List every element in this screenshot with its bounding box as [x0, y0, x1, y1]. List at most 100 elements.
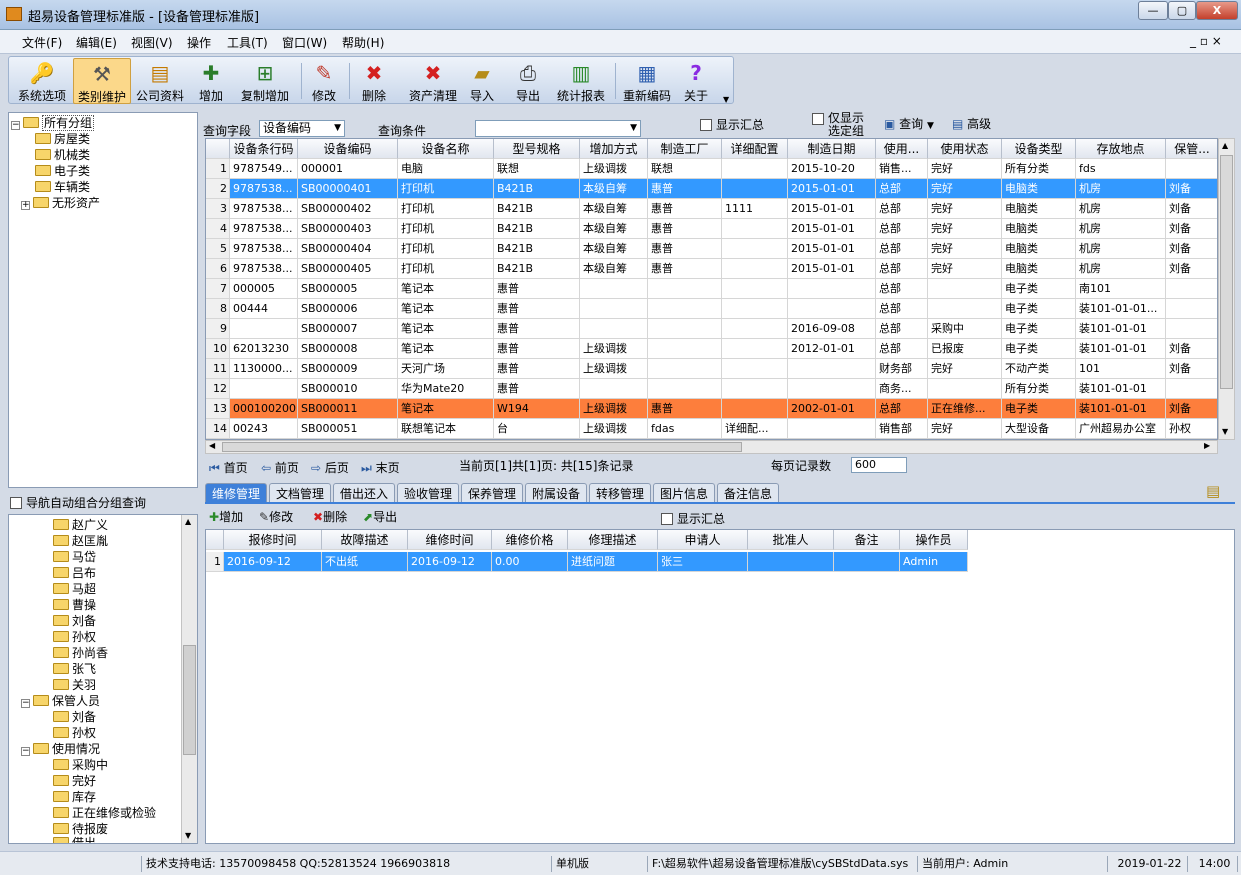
column-header[interactable]: 详细配置	[722, 139, 788, 159]
scroll-left-icon[interactable]: ◀	[209, 441, 215, 450]
grid-vertical-scrollbar[interactable]: ▲ ▼	[1218, 138, 1235, 440]
scroll-thumb[interactable]	[183, 645, 196, 755]
table-row[interactable]: 9 SB000007 笔记本 惠普 2016-09-08 总部 采购中 电子类 装101-01-…	[206, 319, 1217, 339]
scroll-thumb[interactable]	[1220, 155, 1233, 389]
mdi-window-controls[interactable]: _ ▫ ×	[1190, 34, 1222, 48]
table-row[interactable]: 5 9787538... SB00000404 打印机 B421B 本级自筹 惠普 2015-…	[206, 239, 1217, 259]
cell[interactable]: 已报废	[928, 339, 1002, 359]
cell[interactable]: 惠普	[648, 259, 722, 279]
cell[interactable]: 销售部	[876, 419, 928, 439]
tree-item[interactable]: 孙权	[53, 629, 96, 645]
cell[interactable]: 刘备	[1166, 399, 1217, 419]
cell[interactable]: 惠普	[648, 239, 722, 259]
cell[interactable]	[648, 359, 722, 379]
scroll-down-icon[interactable]: ▼	[185, 831, 191, 840]
repair-grid[interactable]: 报修时间 故障描述 维修时间 维修价格 修理描述 申请人 批准人 备注 操作员 …	[205, 529, 1235, 844]
tree-item[interactable]: 借出	[53, 835, 96, 843]
tree-item[interactable]: 完好	[53, 773, 96, 789]
cell[interactable]: 电脑类	[1002, 199, 1076, 219]
cell[interactable]: 装101-01-01	[1076, 319, 1166, 339]
cell[interactable]: 上级调拨	[580, 399, 648, 419]
first-page-button[interactable]: ⏮ 首页	[209, 459, 248, 476]
cell[interactable]: 本级自筹	[580, 239, 648, 259]
scroll-down-icon[interactable]: ▼	[1222, 427, 1228, 436]
repair-edit-button[interactable]: ✎修改	[259, 508, 293, 525]
cell[interactable]: SB000005	[298, 279, 398, 299]
tab-pictures[interactable]: 图片信息	[653, 483, 716, 503]
column-header[interactable]: 存放地点	[1076, 139, 1166, 159]
cell[interactable]: 惠普	[494, 379, 580, 399]
scroll-up-icon[interactable]: ▲	[1222, 141, 1228, 150]
cell[interactable]: 9787549...	[230, 159, 298, 179]
cell[interactable]	[580, 319, 648, 339]
menu-help[interactable]: 帮助(H)	[342, 34, 384, 51]
column-header[interactable]: 设备名称	[398, 139, 494, 159]
cell[interactable]: 上级调拨	[580, 159, 648, 179]
table-row[interactable]: 3 9787538... SB00000402 打印机 B421B 本级自筹 惠普 1111 2…	[206, 199, 1217, 219]
cell[interactable]: 笔记本	[398, 319, 494, 339]
tree-item-vehicle[interactable]: 车辆类	[35, 179, 90, 195]
cell[interactable]: 电脑类	[1002, 179, 1076, 199]
checkbox[interactable]	[700, 119, 712, 131]
cell[interactable]: 完好	[928, 159, 1002, 179]
cell[interactable]	[722, 259, 788, 279]
tree-item[interactable]: 赵广义	[53, 517, 108, 533]
cell[interactable]: 打印机	[398, 199, 494, 219]
cell[interactable]: 刘备	[1166, 359, 1217, 379]
recode-button[interactable]: ▦ 重新编码	[619, 58, 675, 104]
cell[interactable]: 笔记本	[398, 299, 494, 319]
cell[interactable]: SB000008	[298, 339, 398, 359]
cell[interactable]: 惠普	[648, 179, 722, 199]
cell[interactable]: 0.00	[492, 552, 568, 572]
grid-horizontal-scrollbar[interactable]: ◀ ▶	[205, 440, 1218, 454]
table-row[interactable]: 10 62013230 SB000008 笔记本 惠普 上级调拨 2012-01-01 总部已…	[206, 339, 1217, 359]
cell[interactable]: SB000007	[298, 319, 398, 339]
menu-view[interactable]: 视图(V)	[131, 34, 173, 51]
cell[interactable]: 商务...	[876, 379, 928, 399]
prev-page-button[interactable]: ⇦ 前页	[261, 459, 299, 476]
cell[interactable]: 打印机	[398, 259, 494, 279]
table-row[interactable]: 4 9787538... SB00000403 打印机 B421B 本级自筹 惠普 2015-…	[206, 219, 1217, 239]
cell[interactable]: 不动产类	[1002, 359, 1076, 379]
about-button[interactable]: ? 关于	[679, 58, 713, 104]
cell[interactable]: 电子类	[1002, 299, 1076, 319]
checkbox[interactable]	[812, 113, 824, 125]
cell[interactable]: 总部	[876, 399, 928, 419]
cell[interactable]: 电子类	[1002, 319, 1076, 339]
column-header[interactable]: 故障描述	[322, 530, 408, 550]
checkbox[interactable]	[10, 497, 22, 509]
cell[interactable]: 电脑	[398, 159, 494, 179]
column-header[interactable]: 保管...	[1166, 139, 1217, 159]
edit-button[interactable]: ✎ 修改	[307, 58, 341, 104]
cell[interactable]: 联想	[494, 159, 580, 179]
tree-item[interactable]: 张飞	[53, 661, 96, 677]
cell[interactable]: 装101-01-01...	[1076, 299, 1166, 319]
cell[interactable]: 笔记本	[398, 399, 494, 419]
cell[interactable]	[722, 339, 788, 359]
repair-delete-button[interactable]: ✖删除	[313, 508, 347, 525]
cell[interactable]: 惠普	[648, 399, 722, 419]
cell[interactable]: 刘备	[1166, 259, 1217, 279]
cell[interactable]	[788, 379, 876, 399]
tree-item-electronic[interactable]: 电子类	[35, 163, 90, 179]
column-header[interactable]: 增加方式	[580, 139, 648, 159]
tree-item[interactable]: 刘备	[53, 613, 96, 629]
cell[interactable]: SB000009	[298, 359, 398, 379]
cell[interactable]: SB00000401	[298, 179, 398, 199]
cell[interactable]: 不出纸	[322, 552, 408, 572]
cell[interactable]: 电脑类	[1002, 259, 1076, 279]
collapse-icon[interactable]: −	[21, 699, 30, 708]
column-header[interactable]: 使用状态	[928, 139, 1002, 159]
tree-item[interactable]: 马岱	[53, 549, 96, 565]
cell[interactable]: 2016-09-12	[408, 552, 492, 572]
cell[interactable]: 总部	[876, 279, 928, 299]
cell[interactable]	[788, 419, 876, 439]
cell[interactable]: 2015-10-20	[788, 159, 876, 179]
cell[interactable]	[230, 379, 298, 399]
cell[interactable]	[722, 179, 788, 199]
tree-item-all-groups[interactable]: − 所有分组	[11, 115, 95, 131]
column-header[interactable]: 使用...	[876, 139, 928, 159]
cell[interactable]: 电脑类	[1002, 219, 1076, 239]
cell[interactable]: 笔记本	[398, 339, 494, 359]
cell[interactable]: 000005	[230, 279, 298, 299]
